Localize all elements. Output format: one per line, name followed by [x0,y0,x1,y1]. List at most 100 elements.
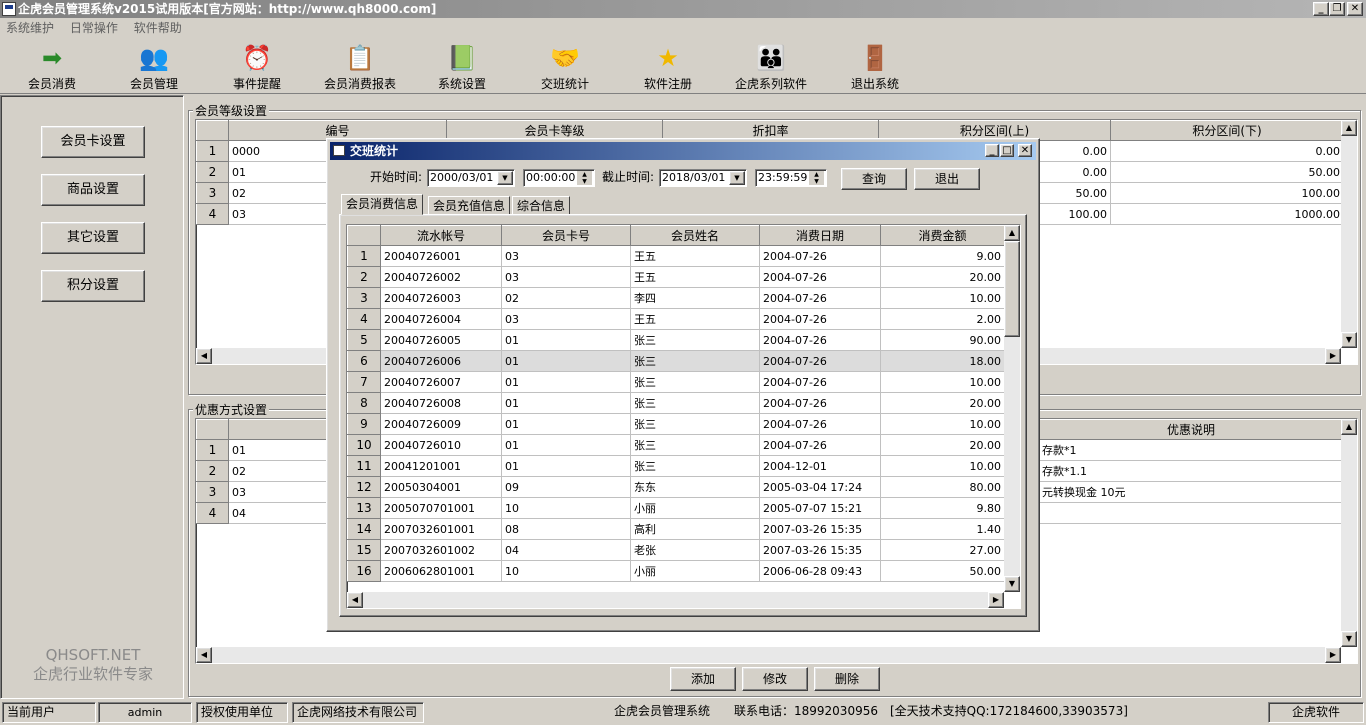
other-settings-button[interactable]: 其它设置 [41,222,145,254]
table-row[interactable]: 15 2007032601002 04 老张 2007-03-26 15:35 27.00 [347,539,1005,561]
table-row[interactable]: 5 20040726005 01 张三 2004-07-26 90.00 [347,329,1005,351]
start-date-picker[interactable]: 2000/03/01 ▼ [427,169,515,187]
tab-consume-info[interactable]: 会员消费信息 [341,194,424,215]
users-icon: 👥 [139,44,169,72]
start-time-field[interactable]: 00:00:00 ▲ ▼ [523,169,595,187]
toolbar-system-settings[interactable]: 📗 系统设置 [430,42,494,92]
col-card[interactable]: 会员卡号 [501,225,631,246]
left-panel: 会员卡设置 商品设置 其它设置 积分设置 QHSOFT.NET 企虎行业软件专家 [0,95,184,699]
points-settings-button[interactable]: 积分设置 [41,270,145,302]
shift-stats-dialog: 交班统计 _ □ ✕ 开始时间: 2000/03/01 ▼ 00:00:00 ▲… [326,138,1040,632]
table-row[interactable]: 16 2006062801001 10 小丽 2006-06-28 09:43 50.00 [347,560,1005,582]
dialog-close-button[interactable]: ✕ [1018,144,1032,157]
exit-dialog-button[interactable]: 退出 [914,168,980,190]
minimize-button[interactable]: _ [1313,2,1329,16]
end-time-label: 截止时间: [602,170,655,184]
toolbar-register[interactable]: ★ 软件注册 [636,42,700,92]
delete-button[interactable]: 删除 [814,667,880,691]
add-button[interactable]: 添加 [670,667,736,691]
start-time-label: 开始时间: [370,170,423,184]
table-row[interactable]: 8 20040726008 01 张三 2004-07-26 20.00 [347,392,1005,414]
tab-recharge-info[interactable]: 会员充值信息 [428,196,511,216]
consume-vscroll-thumb[interactable] [1004,241,1020,337]
query-button[interactable]: 查询 [841,168,907,190]
table-row[interactable]: 13 2005070701001 10 小丽 2005-07-07 15:21 9.80 [347,497,1005,519]
col-name[interactable]: 会员姓名 [630,225,760,246]
window-titlebar: 企虎会员管理系统v2015试用版本[官方网站：http://www.qh8000… [0,0,1366,18]
brand-slogan: 企虎行业软件专家 [32,665,153,683]
dialog-titlebar: 交班统计 [330,142,1036,160]
goods-settings-button[interactable]: 商品设置 [41,174,145,206]
exit-door-icon: 🚪 [860,44,890,72]
table-row[interactable]: 4 20040726004 03 王五 2004-07-26 2.00 [347,308,1005,330]
col-amount[interactable]: 消费金额 [880,225,1005,246]
discount-vscroll[interactable]: ▲ ▼ [1341,419,1357,647]
consume-grid: 流水帐号 会员卡号 会员姓名 消费日期 消费金额 1 20040726001 03 王… [346,224,1021,609]
menu-bar: 系统维护 日常操作 软件帮助 [0,18,1366,38]
table-row[interactable]: 3 20040726003 02 李四 2004-07-26 10.00 [347,287,1005,309]
app-icon [2,2,16,16]
table-row[interactable]: 6 20040726006 01 张三 2004-07-26 18.00 [347,350,1005,372]
tab-summary-info[interactable]: 综合信息 [512,196,571,216]
settings-book-icon: 📗 [447,44,477,72]
col-serial[interactable]: 流水帐号 [380,225,502,246]
menu-daily[interactable]: 日常操作 [70,21,118,35]
chevron-down-icon[interactable]: ▼ [497,171,513,185]
dialog-icon [333,145,345,156]
level-vscroll[interactable]: ▲ ▼ [1341,120,1357,348]
col-lower[interactable]: 积分区间(下) [1110,120,1344,141]
star-icon: ★ [657,44,679,72]
dialog-minimize-button[interactable]: _ [985,144,999,157]
handshake-icon: 🤝 [550,44,580,72]
col-date[interactable]: 消费日期 [759,225,881,246]
discount-hscroll[interactable]: ◀ ▶ [196,647,1341,663]
table-row[interactable]: 7 20040726007 01 张三 2004-07-26 10.00 [347,371,1005,393]
card-settings-button[interactable]: 会员卡设置 [41,126,145,158]
dialog-maximize-button[interactable]: □ [1000,144,1014,157]
window-title: 企虎会员管理系统v2015试用版本[官方网站：http://www.qh8000… [18,2,437,16]
end-date-picker[interactable]: 2018/03/01 ▼ [659,169,747,187]
people-group-icon: 👪 [756,44,786,72]
table-row[interactable]: 2 20040726002 03 王五 2004-07-26 20.00 [347,266,1005,288]
consume-hscroll[interactable]: ◀ ▶ [347,592,1004,608]
chevron-down-icon[interactable]: ▼ [729,171,745,185]
menu-help[interactable]: 软件帮助 [134,21,182,35]
alarm-clock-icon: ⏰ [242,44,272,72]
table-row[interactable]: 10 20040726010 01 张三 2004-07-26 20.00 [347,434,1005,456]
toolbar-exit[interactable]: 🚪 退出系统 [843,42,907,92]
toolbar-member-consume[interactable]: ➡ 会员消费 [20,42,84,92]
toolbar-consume-report[interactable]: 📋 会员消费报表 [320,42,400,92]
level-group-title: 会员等级设置 [193,102,270,119]
table-row[interactable]: 1 20040726001 03 王五 2004-07-26 9.00 [347,245,1005,267]
status-brand: 企虎软件 [1268,702,1364,723]
table-row[interactable]: 14 2007032601001 08 高利 2007-03-26 15:35 1.40 [347,518,1005,540]
dialog-title: 交班统计 [350,144,399,158]
table-row[interactable]: 9 20040726009 01 张三 2004-07-26 10.00 [347,413,1005,435]
menu-system[interactable]: 系统维护 [6,21,54,35]
toolbar-shift-stats[interactable]: 🤝 交班统计 [533,42,597,92]
toolbar: ➡ 会员消费 👥 会员管理 ⏰ 事件提醒 📋 会员消费报表 📗 系统设置 🤝 交… [0,38,1366,94]
arrow-icon: ➡ [41,44,63,72]
status-bar: 当前用户 admin 授权使用单位 企虎网络技术有限公司 企虎会员管理系统 联系… [0,700,1366,725]
close-button[interactable]: ✕ [1347,2,1363,16]
status-company: 企虎网络技术有限公司 [292,702,424,723]
brand-url: QHSOFT.NET [45,646,141,664]
status-user-label: 当前用户 [2,702,96,723]
edit-button[interactable]: 修改 [742,667,808,691]
col-discount-desc[interactable]: 优惠说明 [1038,419,1344,440]
toolbar-series-software[interactable]: 👪 企虎系列软件 [730,42,812,92]
report-icon: 📋 [345,44,375,72]
status-info: 企虎会员管理系统 联系电话：18992030956 [全天技术支持QQ:1721… [614,704,1128,718]
status-user: admin [98,702,192,723]
status-auth-label: 授权使用单位 [196,702,288,723]
toolbar-member-manage[interactable]: 👥 会员管理 [122,42,186,92]
end-time-field[interactable]: 23:59:59 ▲ ▼ [755,169,827,187]
restore-button[interactable]: ❐ [1329,2,1345,16]
start-time-spinner[interactable]: ▲ ▼ [577,171,592,185]
table-row[interactable]: 12 20050304001 09 东东 2005-03-04 17:24 80.00 [347,476,1005,498]
table-row[interactable]: 11 20041201001 01 张三 2004-12-01 10.00 [347,455,1005,477]
toolbar-event-reminder[interactable]: ⏰ 事件提醒 [225,42,289,92]
consume-vscroll[interactable]: ▲ ▼ [1004,225,1020,592]
end-time-spinner[interactable]: ▲ ▼ [809,171,824,185]
discount-group-title: 优惠方式设置 [193,401,270,418]
